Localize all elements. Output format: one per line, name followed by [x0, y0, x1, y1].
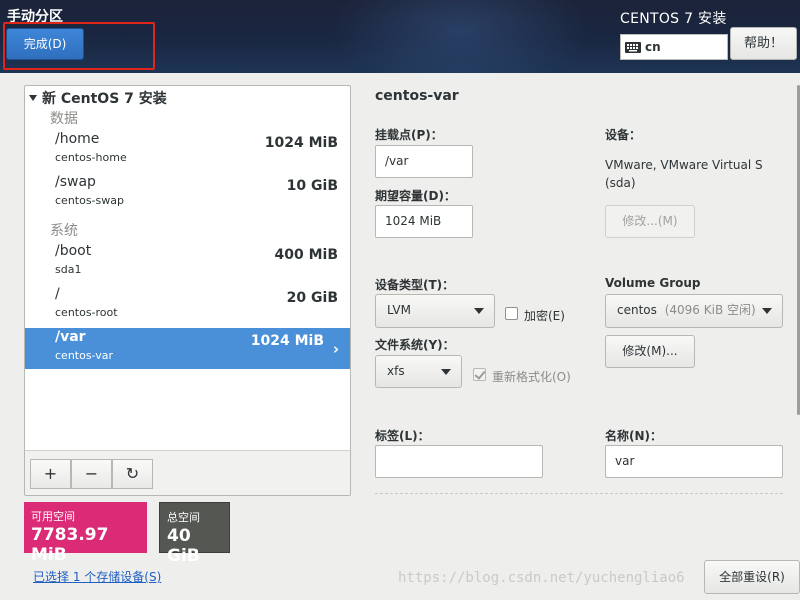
keyboard-icon — [625, 42, 641, 53]
install-tree-title: 新 CentOS 7 安装 — [42, 91, 167, 107]
name-input[interactable]: var — [605, 445, 783, 478]
mount-point: / — [55, 286, 60, 302]
storage-link-suffix: 个存储设备(S) — [80, 570, 162, 584]
refresh-button[interactable]: ↻ — [112, 459, 153, 489]
desired-capacity-input[interactable]: 1024 MiB — [375, 205, 473, 238]
remove-mount-point-button[interactable]: − — [71, 459, 112, 489]
dropdown-caret-icon — [762, 308, 772, 314]
filesystem-value: xfs — [387, 364, 405, 378]
available-space-tile: 可用空间 7783.97 MiB — [24, 502, 147, 565]
label-input[interactable] — [375, 445, 543, 478]
reset-all-button[interactable]: 全部重设(R) — [704, 560, 800, 594]
total-space-value: 40 GiB — [167, 526, 200, 566]
chevron-right-icon: › — [332, 340, 339, 358]
filesystem-label: 文件系统(Y)： — [375, 338, 455, 352]
mount-point: /boot — [55, 243, 92, 259]
mount-device: centos-swap — [55, 194, 124, 207]
desired-capacity-label: 期望容量(D)： — [375, 189, 456, 203]
mount-row-home[interactable]: /home centos-home 1024 MiB — [25, 130, 350, 171]
mount-point: /swap — [55, 174, 96, 190]
device-label: 设备： — [605, 128, 642, 142]
section-label-data: 数据 — [50, 111, 78, 127]
mount-point: /home — [55, 131, 100, 147]
partition-toolbar: + − ↻ — [25, 450, 350, 495]
mount-row-swap[interactable]: /swap centos-swap 10 GiB — [25, 173, 350, 214]
device-type-label: 设备类型(T)： — [375, 278, 455, 292]
filesystem-dropdown[interactable]: xfs — [375, 355, 462, 388]
mount-size: 400 MiB — [274, 247, 339, 263]
mount-row-boot[interactable]: /boot sda1 400 MiB — [25, 242, 350, 283]
device-description-line1: VMware, VMware Virtual S — [605, 158, 763, 172]
keyboard-layout-indicator[interactable]: cn — [620, 34, 728, 60]
help-button[interactable]: 帮助！ — [730, 27, 797, 60]
mount-device: sda1 — [55, 263, 82, 276]
device-type-value: LVM — [387, 303, 411, 317]
mount-size: 1024 MiB — [250, 333, 324, 349]
partition-list-panel: 新 CentOS 7 安装 数据 /home centos-home 1024 … — [24, 85, 351, 496]
mount-size: 1024 MiB — [264, 135, 338, 151]
dropdown-caret-icon — [474, 308, 484, 314]
volume-group-name: centos — [617, 303, 657, 317]
reformat-checkbox[interactable] — [473, 368, 486, 381]
reformat-label: 重新格式化(O) — [492, 370, 571, 384]
total-space-tile: 总空间 40 GiB — [159, 502, 230, 566]
device-type-dropdown[interactable]: LVM — [375, 294, 495, 328]
total-space-label: 总空间 — [167, 511, 200, 524]
encrypt-label: 加密(E) — [524, 309, 565, 323]
device-modify-button[interactable]: 修改...(M) — [605, 205, 695, 238]
mount-point-label: 挂载点(P)： — [375, 128, 443, 142]
volume-group-free: (4096 KiB 空闲) — [664, 303, 756, 317]
dropdown-caret-icon — [441, 369, 451, 375]
mount-size: 20 GiB — [286, 290, 338, 306]
header-background-glow — [330, 0, 590, 73]
install-tree-header[interactable]: 新 CentOS 7 安装 — [29, 88, 167, 108]
mount-size: 10 GiB — [286, 178, 338, 194]
volume-group-modify-button[interactable]: 修改(M)... — [605, 335, 695, 368]
device-description-line2: (sda) — [605, 176, 636, 190]
volume-group-dropdown[interactable]: centos (4096 KiB 空闲) — [605, 294, 783, 328]
available-space-value: 7783.97 MiB — [31, 525, 109, 565]
mount-point: /var — [55, 329, 86, 345]
mount-device: centos-home — [55, 151, 127, 164]
selected-device-title: centos-var — [375, 88, 459, 104]
product-title: CENTOS 7 安装 — [620, 11, 727, 27]
mount-device: centos-root — [55, 306, 118, 319]
encrypt-checkbox[interactable] — [505, 307, 518, 320]
mount-row-root[interactable]: / centos-root 20 GiB — [25, 285, 350, 326]
label-field-label: 标签(L)： — [375, 429, 430, 443]
mount-row-var-selected[interactable]: /var centos-var 1024 MiB › — [25, 328, 350, 369]
expand-arrow-icon — [29, 95, 37, 101]
section-label-system: 系统 — [50, 223, 78, 239]
name-field-label: 名称(N)： — [605, 429, 663, 443]
selected-storage-devices-link[interactable]: 已选择 1 个存储设备(S) — [33, 568, 161, 585]
mount-point-input[interactable]: /var — [375, 145, 473, 178]
divider — [375, 493, 783, 494]
keyboard-layout-code: cn — [645, 40, 661, 54]
storage-link-prefix: 已选择 — [33, 570, 73, 584]
volume-group-label: Volume Group — [605, 276, 701, 290]
mount-device: centos-var — [55, 349, 114, 362]
watermark: https://blog.csdn.net/yuchengliao6 — [398, 570, 685, 586]
add-mount-point-button[interactable]: + — [30, 459, 71, 489]
annotation-highlight-box — [3, 22, 155, 70]
top-bar: 手动分区 完成(D) CENTOS 7 安装 cn 帮助！ — [0, 0, 800, 73]
available-space-label: 可用空间 — [31, 510, 75, 523]
